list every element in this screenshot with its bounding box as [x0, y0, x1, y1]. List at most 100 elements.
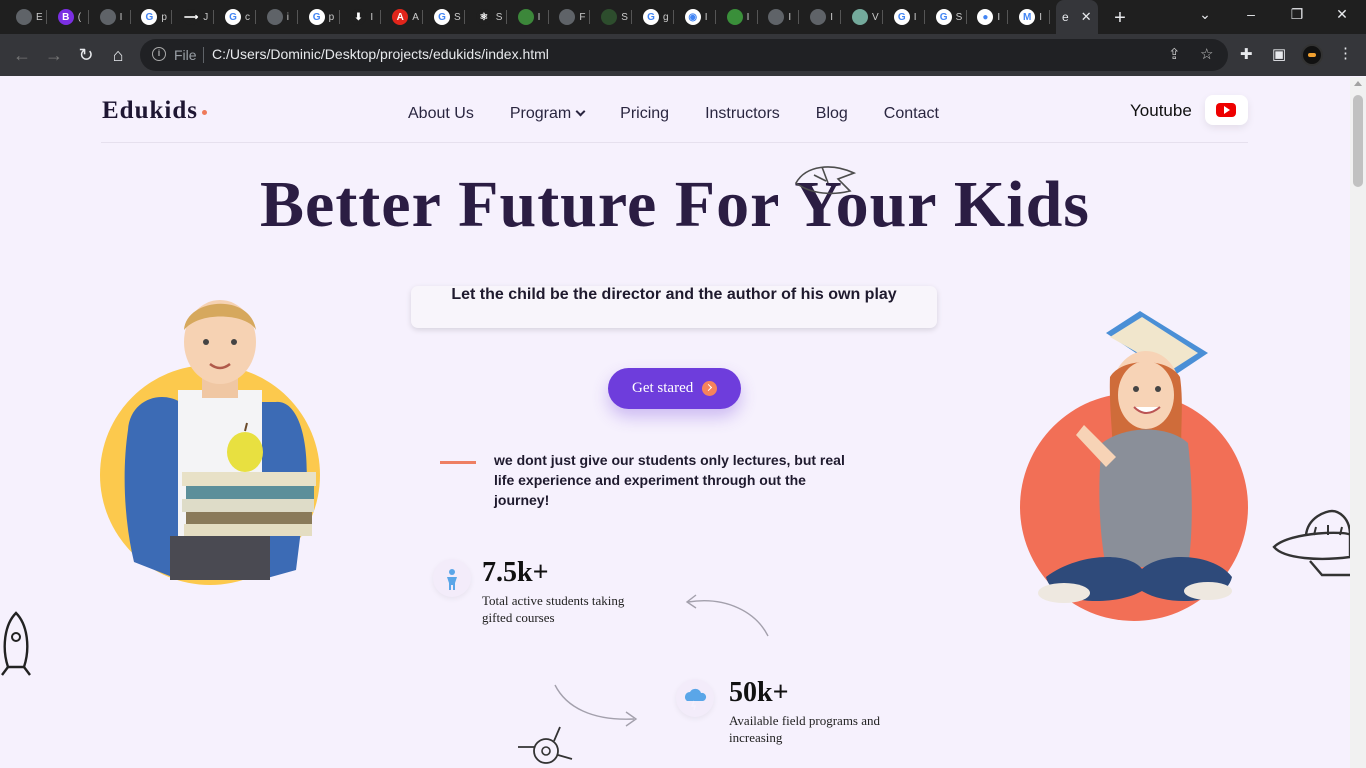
- nav-pricing[interactable]: Pricing: [620, 105, 669, 123]
- tab-separator: [673, 10, 674, 24]
- browser-tab[interactable]: B(: [50, 6, 88, 28]
- chevron-down-icon: [575, 106, 586, 117]
- browser-tab[interactable]: GS: [426, 6, 464, 28]
- close-window-button[interactable]: ✕: [1332, 6, 1352, 23]
- browser-tab[interactable]: ⬇ I: [342, 6, 380, 28]
- site-logo[interactable]: Edukids: [102, 97, 207, 125]
- globe-icon: [810, 9, 827, 25]
- tab-title: I: [704, 11, 708, 23]
- stat-students-value: 7.5k+: [482, 557, 549, 588]
- restore-button[interactable]: ❐: [1287, 6, 1307, 23]
- browser-tab[interactable]: I: [719, 6, 757, 28]
- new-tab-button[interactable]: +: [1110, 7, 1130, 30]
- google-icon: G: [935, 9, 952, 25]
- globe-icon: [768, 9, 785, 25]
- bookmark-star-icon[interactable]: ☆: [1200, 45, 1213, 63]
- url-text[interactable]: C:/Users/Dominic/Desktop/projects/edukid…: [212, 46, 549, 62]
- active-tab[interactable]: e ✕: [1056, 0, 1098, 34]
- gmail-icon: M: [1019, 9, 1036, 25]
- browser-tab[interactable]: E: [8, 6, 46, 28]
- scroll-up-arrow-icon[interactable]: [1354, 81, 1362, 86]
- info-icon[interactable]: i: [152, 47, 166, 61]
- react-icon: ⚛: [475, 9, 492, 25]
- nav-contact[interactable]: Contact: [884, 105, 939, 123]
- globe-icon: [266, 9, 283, 25]
- browser-tab[interactable]: Gc: [217, 6, 255, 28]
- close-tab-icon[interactable]: ✕: [1081, 9, 1092, 25]
- tab-title: I: [997, 11, 1001, 23]
- get-started-label: Get stared: [632, 380, 694, 396]
- tab-separator: [1049, 10, 1051, 24]
- satellite-icon: [518, 726, 573, 764]
- main-nav: About Us Program Pricing Instructors Blo…: [408, 105, 939, 123]
- browser-tab[interactable]: I: [92, 6, 130, 28]
- extensions-icon[interactable]: ✚: [1240, 45, 1253, 63]
- browser-tab[interactable]: ● I: [969, 6, 1007, 28]
- browser-tab[interactable]: GI: [886, 6, 924, 28]
- nav-program-label: Program: [509, 105, 572, 122]
- tab-title: J: [203, 11, 209, 23]
- back-button[interactable]: ←: [10, 43, 34, 67]
- tab-title: p: [161, 11, 167, 23]
- browser-tab[interactable]: I: [760, 6, 798, 28]
- home-button[interactable]: ⌂: [106, 43, 130, 67]
- google-icon: G: [893, 9, 910, 25]
- tab-title: I: [830, 11, 833, 23]
- tab-separator: [129, 10, 131, 24]
- browser-tab-strip: E B(I Gp ⟶ J Gc i Gp ⬇ I A A G S ⚛ S I F S Gg ◉ I I I I V G I G S ● I M I…: [0, 0, 1366, 34]
- menu-icon[interactable]: ⋮: [1338, 44, 1353, 62]
- browser-tab[interactable]: Gp: [133, 6, 171, 28]
- tab-title: S: [495, 11, 503, 23]
- browser-tab[interactable]: I: [510, 6, 548, 28]
- tab-separator: [46, 10, 47, 24]
- header-divider: [101, 142, 1248, 143]
- profile-avatar[interactable]: [1301, 44, 1323, 66]
- browser-tab[interactable]: ◉ I: [677, 6, 715, 28]
- reload-button[interactable]: ↻: [74, 43, 98, 67]
- forward-button[interactable]: →: [42, 43, 66, 67]
- student-icon: [433, 559, 471, 597]
- tab-title: V: [872, 11, 879, 23]
- tab-title: c: [245, 11, 250, 23]
- youtube-icon[interactable]: [1205, 95, 1248, 125]
- scrollbar-thumb[interactable]: [1353, 95, 1363, 187]
- nav-program[interactable]: Program: [509, 105, 586, 123]
- browser-tab[interactable]: GS: [928, 6, 966, 28]
- tab-separator: [589, 10, 591, 24]
- browser-tab[interactable]: ⟶ J: [175, 6, 213, 28]
- tab-separator: [882, 10, 883, 24]
- stat-programs-label: Available field programs and increasing: [729, 713, 881, 745]
- tab-title: F: [579, 11, 586, 23]
- browser-toolbar: ← → ↻ ⌂ i File C:/Users/Dominic/Desktop/…: [0, 34, 1366, 76]
- github-icon: ●: [977, 9, 994, 25]
- browser-tab[interactable]: V: [844, 6, 882, 28]
- rocket-icon: [1, 611, 31, 676]
- chrome-icon: ◉: [684, 9, 701, 25]
- nav-instructors[interactable]: Instructors: [705, 105, 780, 123]
- address-bar[interactable]: i File C:/Users/Dominic/Desktop/projects…: [140, 39, 1228, 71]
- get-started-button[interactable]: Get stared: [608, 368, 741, 409]
- nav-about[interactable]: About Us: [408, 105, 474, 123]
- active-tab-title: e: [1062, 10, 1069, 24]
- browser-tab[interactable]: i: [259, 6, 297, 28]
- store-icon: [559, 9, 576, 25]
- download-icon: ⬇: [350, 9, 367, 25]
- page-scrollbar[interactable]: [1350, 77, 1366, 768]
- tab-separator: [338, 10, 340, 24]
- browser-tab[interactable]: S: [593, 6, 631, 28]
- browser-tab[interactable]: AA: [384, 6, 422, 28]
- browser-tab[interactable]: Gp: [301, 6, 339, 28]
- tab-separator: [87, 10, 89, 24]
- browser-tab[interactable]: I: [802, 6, 840, 28]
- browser-tab[interactable]: MI: [1011, 6, 1049, 28]
- browser-tab[interactable]: F: [551, 6, 589, 28]
- minimize-button[interactable]: –: [1241, 6, 1261, 22]
- nav-blog[interactable]: Blog: [816, 105, 848, 123]
- share-icon[interactable]: ⇪: [1168, 45, 1181, 63]
- tab-search-icon[interactable]: ⌄: [1195, 6, 1215, 23]
- tab-separator: [171, 10, 173, 24]
- youtube-label[interactable]: Youtube: [1130, 101, 1192, 121]
- browser-tab[interactable]: Gg: [635, 6, 673, 28]
- browser-tab[interactable]: ⚛ S: [468, 6, 506, 28]
- side-panel-icon[interactable]: ▣: [1272, 45, 1286, 63]
